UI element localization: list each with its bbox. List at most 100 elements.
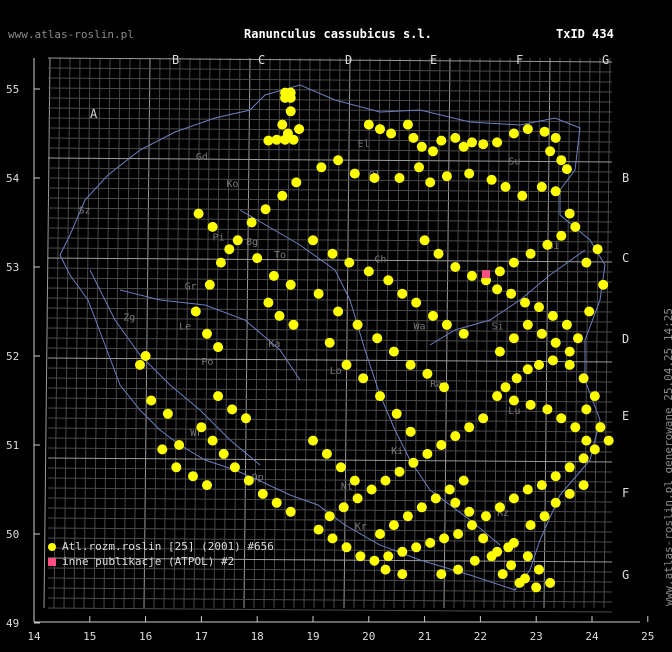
atlas-record-point (324, 337, 335, 348)
grid-line-h (47, 177, 613, 183)
y-tick-label: 49 (6, 617, 19, 630)
grid-line-h (47, 207, 613, 213)
legend-label-other: inne publikacje (ATPOL) #2 (62, 555, 235, 568)
region-label: Lu (508, 406, 520, 417)
grid-line-h (47, 167, 613, 173)
atlas-record-point (391, 408, 402, 419)
atlas-record-point (263, 135, 274, 146)
region-label: El (358, 139, 370, 150)
grid-line-v (103, 57, 111, 609)
atlas-record-point (486, 174, 497, 185)
atlas-record-point (561, 319, 572, 330)
x-tick-label: 23 (530, 630, 543, 643)
atpol-row-label: G (622, 568, 629, 582)
atlas-record-point (190, 306, 201, 317)
grid-line-h (47, 607, 613, 613)
atlas-record-point (321, 448, 332, 459)
atlas-record-point (578, 480, 589, 491)
grid-line-v (303, 57, 311, 609)
atlas-record-point (375, 391, 385, 402)
atlas-record-point (425, 177, 436, 188)
atlas-record-point (450, 262, 461, 272)
grid-line-v (223, 57, 231, 609)
atpol-row-label: B (622, 171, 629, 185)
grid-line-h (47, 567, 613, 573)
grid-line-v (43, 57, 51, 609)
atlas-record-point (422, 448, 433, 459)
grid-line-v (63, 57, 71, 609)
atlas-record-point (508, 395, 519, 406)
grid-line-h (47, 237, 613, 243)
x-tick-label: 18 (251, 630, 264, 643)
grid-line-h (47, 417, 613, 423)
grid-line-h (47, 427, 613, 433)
atlas-record-point (232, 235, 243, 246)
atlas-record-point (441, 171, 452, 182)
atlas-record-point (481, 511, 491, 522)
atlas-record-point (358, 373, 369, 384)
distribution-map-page: { "header": { "site": "www.atlas-roslin.… (0, 0, 672, 652)
atlas-record-point (193, 208, 204, 219)
grid-line-v (233, 57, 241, 609)
atlas-record-point (229, 462, 240, 473)
atlas-record-point (294, 124, 305, 135)
atlas-record-point (268, 270, 279, 281)
atlas-record-point (592, 244, 603, 255)
atlas-record-point (274, 310, 285, 321)
atlas-record-point (316, 162, 327, 173)
atlas-record-point (380, 475, 391, 486)
atlas-record-point (414, 162, 424, 173)
atlas-record-point (308, 235, 318, 246)
atlas-record-point (188, 471, 198, 482)
atlas-record-point (335, 462, 346, 473)
grid-line-v (93, 57, 101, 609)
atlas-record-point (531, 582, 542, 593)
atlas-record-point (550, 337, 561, 348)
x-tick-label: 15 (83, 630, 96, 643)
atlas-record-point (525, 399, 536, 410)
atlas-record-point (428, 146, 438, 157)
atlas-record-point (388, 520, 399, 531)
atlas-record-point (324, 511, 335, 522)
grid-line-h (47, 217, 613, 223)
atlas-record-point (285, 92, 296, 103)
region-label: Zg (123, 312, 135, 323)
atlas-record-point (383, 275, 394, 286)
atlas-record-point (584, 306, 595, 317)
atlas-record-point (355, 551, 366, 562)
region-label: Wa (413, 321, 425, 332)
atlas-record-point (202, 328, 212, 339)
region-label: To (274, 250, 286, 261)
atpol-row-label: E (622, 409, 629, 423)
atlas-record-point (349, 168, 360, 179)
atlas-record-point (545, 577, 556, 588)
atlas-record-point (252, 253, 263, 264)
atlas-record-point (494, 266, 505, 277)
x-tick-label: 16 (139, 630, 152, 643)
atlas-record-point (441, 319, 452, 330)
atlas-record-point (564, 359, 575, 370)
atlas-record-point (338, 502, 349, 513)
grid-line-h (47, 387, 613, 393)
atlas-record-point (436, 440, 447, 450)
atlas-record-point (196, 422, 207, 433)
region-label: Su (508, 157, 520, 168)
atlas-record-point (146, 395, 157, 406)
atlas-record-point (508, 128, 519, 139)
atlas-record-point (408, 132, 419, 143)
atlas-record-point (344, 257, 355, 268)
atlas-record-point (494, 346, 505, 357)
atlas-record-point (556, 413, 567, 424)
region-label: Po (201, 357, 213, 368)
grid-line-v (163, 57, 171, 609)
atlas-record-point (405, 426, 416, 437)
atlas-record-point (260, 204, 271, 215)
atlas-record-point (478, 413, 489, 424)
atlas-record-point (352, 493, 363, 504)
region-label: Ko (227, 179, 239, 190)
y-tick-label: 52 (6, 350, 19, 363)
region-label: Gd (196, 152, 208, 163)
grid-line-v (593, 57, 601, 609)
atpol-column-label: B (172, 53, 179, 67)
x-tick-label: 14 (27, 630, 41, 643)
